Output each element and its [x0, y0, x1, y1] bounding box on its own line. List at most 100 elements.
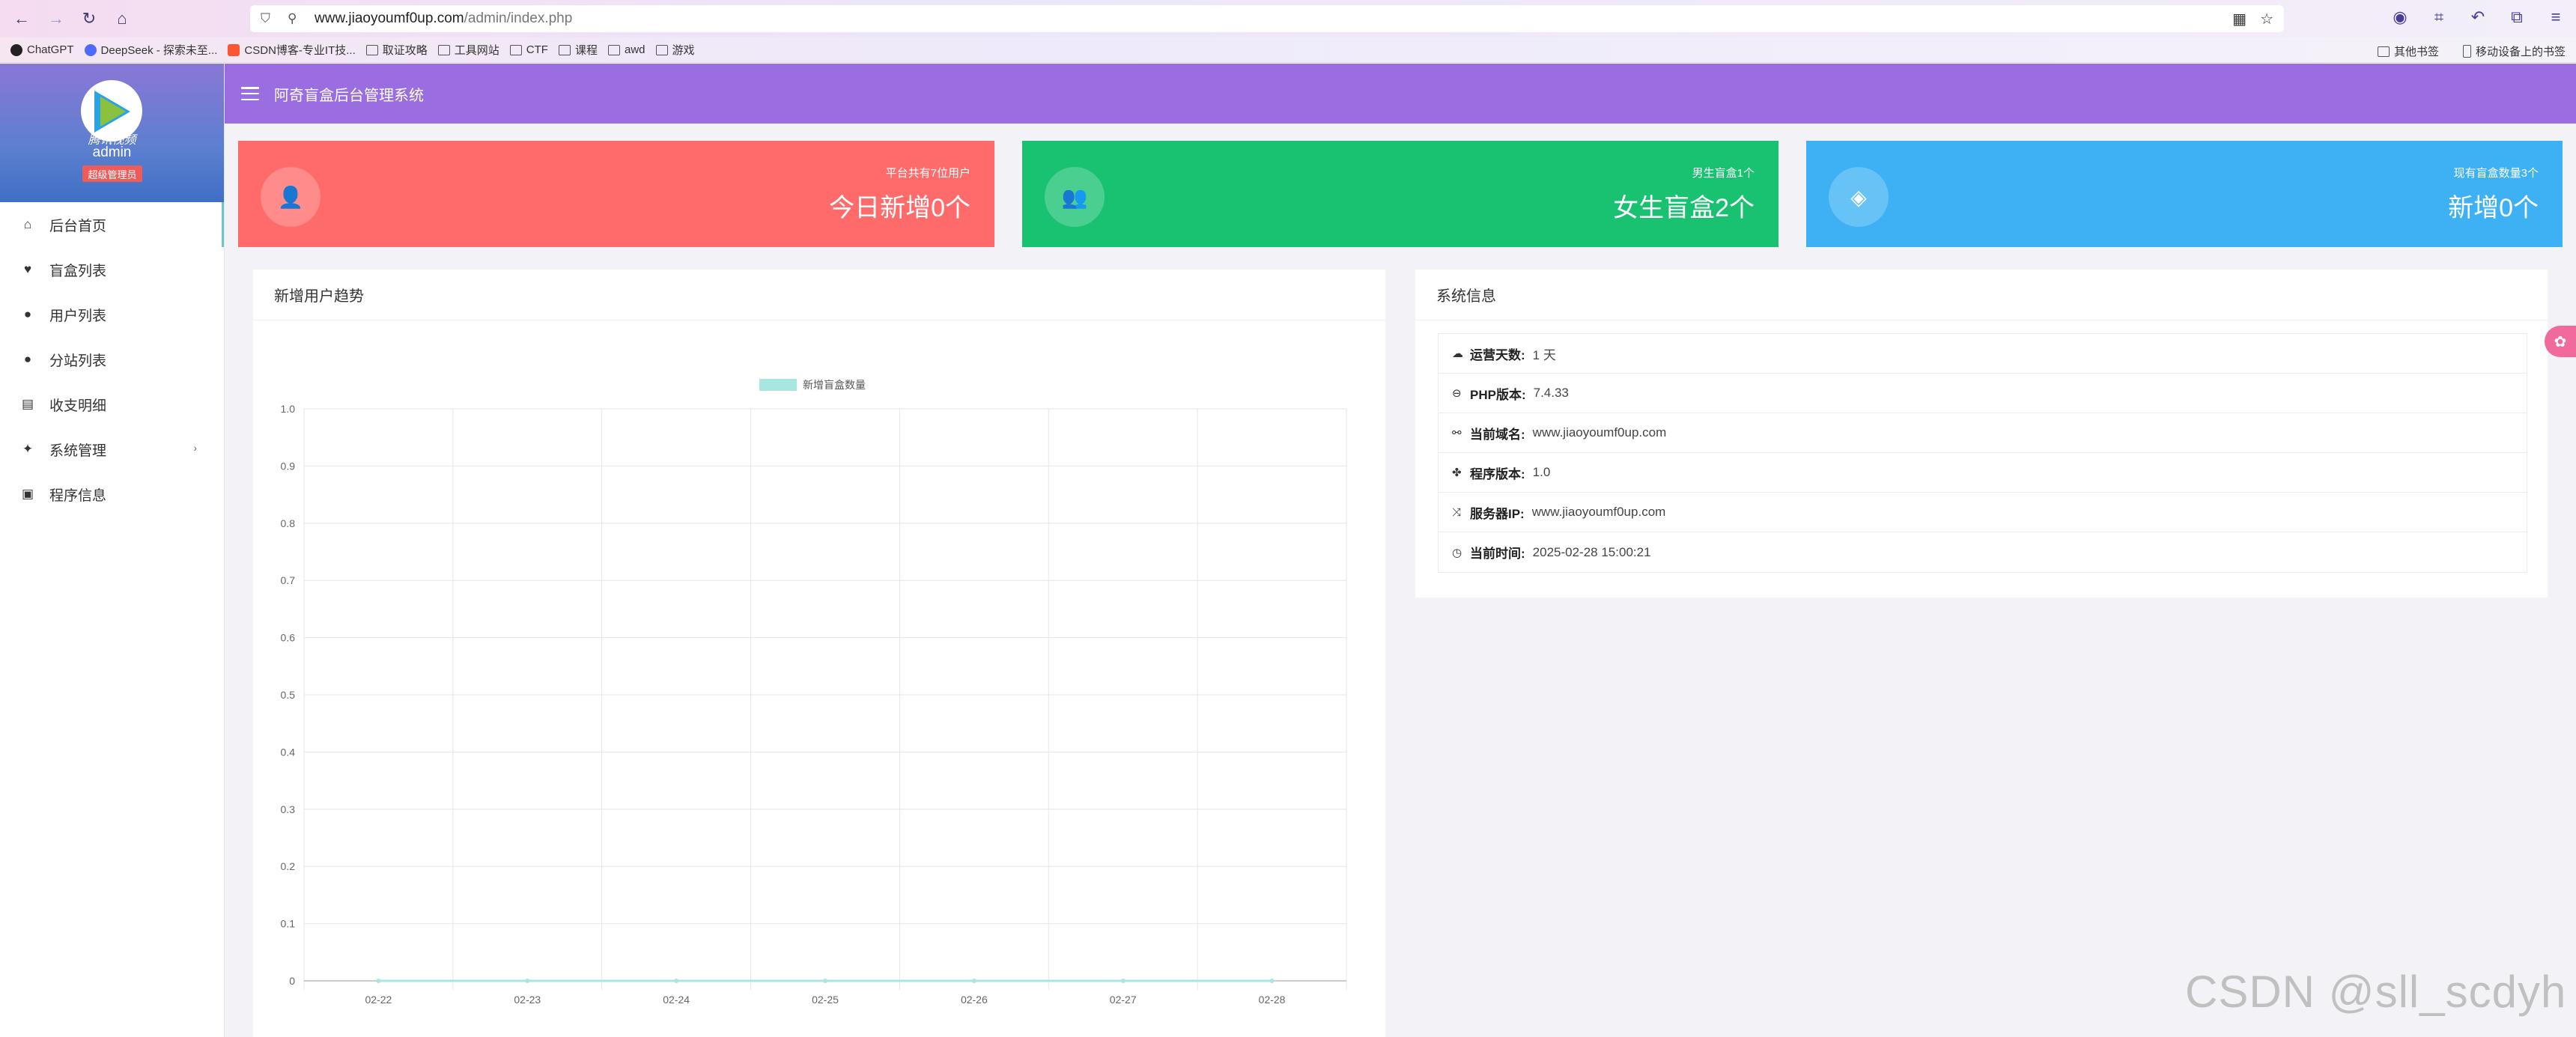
deepseek-icon [84, 43, 97, 56]
account-icon[interactable]: ◉ [2389, 7, 2411, 27]
back-icon[interactable]: ← [10, 7, 33, 30]
system-info-table: ☁ 运营天数: 1 天 ⊖ PHP版本: 7.4.33 ⚯ 当前域名: www.jiaoyo… [1438, 333, 2527, 573]
stat-card-gender-boxes: 👥 男生盲盒1个 女生盲盒2个 [1022, 141, 1778, 247]
bookmark-csdn[interactable]: CSDN博客-专业IT技... [228, 42, 356, 58]
legend-swatch [759, 379, 797, 391]
menu-icon[interactable]: ≡ [2545, 7, 2567, 27]
bookmark-folder[interactable]: 工具网站 [437, 42, 499, 58]
user-plus-icon: 👤 [261, 167, 321, 227]
terminal-icon: ▣ [21, 487, 34, 501]
info-row-php-version: ⊖ PHP版本: 7.4.33 [1439, 374, 2527, 413]
bookmark-folder[interactable]: CTF [509, 43, 548, 56]
receipt-icon: ▤ [21, 397, 34, 411]
data-point [525, 979, 530, 983]
folder-icon [509, 44, 522, 55]
bookmark-deepseek[interactable]: DeepSeek - 探索未至... [84, 42, 217, 58]
system-info-title: 系统信息 [1415, 270, 2548, 320]
crop-icon[interactable]: ⌗ [2428, 7, 2450, 27]
forward-icon[interactable]: → [45, 7, 67, 30]
folder-icon [437, 44, 450, 55]
user-name: admin [92, 145, 132, 160]
bookmark-star-icon[interactable]: ☆ [2260, 10, 2273, 28]
profile-panel: 腾讯视频 admin 超级管理员 [0, 64, 224, 202]
topbar: 阿奇盲盒后台管理系统 [225, 64, 2576, 124]
sidebar-item-substation-list[interactable]: ● 分站列表 [0, 337, 224, 382]
bookmark-mobile[interactable]: 移动设备上的书签 [2462, 43, 2566, 59]
info-row-domain: ⚯ 当前域名: www.jiaoyoumf0up.com [1439, 413, 2527, 453]
diamond-icon: ◈ [1829, 167, 1889, 227]
play-logo-inner-icon [100, 97, 126, 127]
bookmark-folder[interactable]: awd [607, 43, 645, 56]
x-tick-label: 02-26 [961, 994, 988, 1006]
y-tick-label: 0.3 [281, 803, 296, 815]
info-row-program-version: ✤ 程序版本: 1.0 [1439, 453, 2527, 493]
data-point [1269, 979, 1275, 983]
sidebar-item-user-list[interactable]: ● 用户列表 [0, 292, 224, 337]
sidebar-item-system-settings[interactable]: ✦ 系统管理 › [0, 427, 224, 472]
stat-card-subtitle: 现有盲盒数量3个 [2453, 167, 2539, 180]
y-tick-label: 0.7 [281, 574, 296, 586]
browser-toolbar: ← → ↻ ⌂ ⛉ ⚲ www.jiaoyoumf0up.com/admin/i… [0, 0, 2576, 37]
folder-icon [607, 44, 620, 55]
bookmark-folder[interactable]: 取证攻略 [365, 42, 428, 58]
bookmark-chatgpt[interactable]: ChatGPT [10, 43, 74, 56]
user-trend-chart: 0 0.1 0.2 0.3 0.4 0.5 0.6 0.7 0.8 0.9 1.0 02-22 02-2… [281, 379, 1347, 1006]
folder-icon [558, 44, 571, 55]
floating-translate-icon[interactable]: ✿ [2545, 326, 2576, 357]
home-icon: ⌂ [23, 217, 32, 231]
x-tick-label: 02-22 [365, 994, 392, 1006]
data-point [376, 979, 381, 983]
stat-card-boxes: ◈ 现有盲盒数量3个 新增0个 [1806, 141, 2563, 247]
sidebar-item-home[interactable]: ⌂ 后台首页 [0, 202, 224, 247]
sidebar-item-program-info[interactable]: ▣ 程序信息 [0, 472, 224, 517]
y-tick-label: 0.2 [281, 860, 296, 872]
sidebar-item-blindbox-list[interactable]: ♥ 盲盒列表 [0, 247, 224, 292]
php-icon: ⊖ [1452, 387, 1462, 400]
folder-icon [365, 44, 378, 55]
y-tick-label: 0.9 [281, 460, 296, 472]
bookmark-other[interactable]: 其他书签 [2377, 43, 2439, 59]
x-tick-label: 02-27 [1110, 994, 1137, 1006]
bookmark-folder[interactable]: 游戏 [655, 42, 695, 58]
y-tick-label: 1.0 [281, 403, 296, 415]
page-info-icon[interactable]: ⚲ [288, 11, 304, 26]
sidebar: 腾讯视频 admin 超级管理员 ⌂ 后台首页 ♥ 盲盒列表 ● 用户列表 ● 分站列表… [0, 64, 225, 1037]
y-tick-label: 0.6 [281, 632, 296, 644]
heart-icon: ♥ [23, 262, 32, 276]
y-tick-label: 0.8 [281, 517, 296, 529]
address-bar[interactable]: ⛉ ⚲ www.jiaoyoumf0up.com/admin/index.php… [250, 5, 2284, 32]
y-tick-label: 0.1 [281, 918, 296, 930]
system-info-panel: 系统信息 ☁ 运营天数: 1 天 ⊖ PHP版本: 7.4.33 ⚯ 当前域名: www.j… [1415, 270, 2548, 597]
watermark: CSDN @sll_scdyh [2185, 967, 2567, 1017]
qr-code-icon[interactable]: ▦ [2232, 10, 2247, 28]
mobile-icon [2462, 45, 2471, 58]
url-path: /admin/index.php [464, 10, 573, 26]
shuffle-icon: ⤨ [1452, 505, 1462, 519]
sparkle-icon: ✦ [22, 442, 34, 456]
chevron-right-icon: › [193, 442, 197, 454]
shield-icon[interactable]: ⛉ [261, 11, 277, 26]
extensions-icon[interactable]: ⧉ [2506, 7, 2528, 27]
user-icon: ● [23, 352, 32, 366]
link-icon: ⚯ [1452, 427, 1462, 440]
chart-panel-title: 新增用户趋势 [253, 270, 1385, 320]
y-tick-label: 0 [289, 975, 295, 987]
hamburger-menu-icon[interactable] [241, 87, 259, 100]
x-tick-label: 02-24 [663, 994, 690, 1006]
stat-card-value: 新增0个 [2448, 194, 2539, 222]
undo-icon[interactable]: ↶ [2467, 7, 2489, 27]
bookmarks-bar: ChatGPT DeepSeek - 探索未至... CSDN博客-专业IT技.… [0, 37, 2576, 63]
y-tick-label: 0.4 [281, 746, 296, 758]
csdn-icon [228, 43, 240, 56]
home-icon[interactable]: ⌂ [111, 7, 133, 30]
chart-panel: 新增用户趋势 0 0.1 0.2 0.3 0.4 0.5 0.6 0.7 0.8 0.9 1.0 02… [253, 270, 1385, 1037]
bookmark-folder[interactable]: 课程 [558, 42, 598, 58]
info-row-uptime: ☁ 运营天数: 1 天 [1439, 334, 2527, 374]
user-role-badge: 超级管理员 [82, 165, 142, 182]
data-point [1120, 979, 1126, 983]
sidebar-item-income-expense[interactable]: ▤ 收支明细 [0, 382, 224, 427]
x-tick-label: 02-23 [514, 994, 541, 1006]
stat-card-subtitle: 男生盲盒1个 [1692, 167, 1755, 180]
reload-icon[interactable]: ↻ [78, 7, 100, 30]
data-point [674, 979, 679, 983]
